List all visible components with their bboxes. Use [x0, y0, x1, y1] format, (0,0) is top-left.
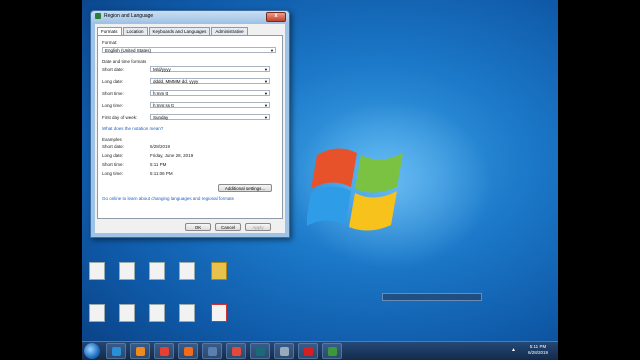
taskbar: ▲ 5:11 PM 6/28/2019 — [82, 341, 558, 360]
taskbar-globe-button[interactable] — [322, 343, 342, 359]
long-time-value: h:mm:ss tt — [153, 103, 174, 108]
tray-expand-icon[interactable]: ▲ — [511, 347, 516, 353]
example-long-time-value: 5:11:06 PM — [150, 171, 173, 176]
desktop-icon[interactable] — [84, 262, 110, 281]
short-date-select[interactable]: M/d/yyyy ▼ — [150, 66, 270, 72]
example-short-time-label: Short time: — [102, 162, 124, 167]
record-icon — [304, 347, 313, 356]
tab-location[interactable]: Location — [122, 27, 148, 35]
taskbar-record-button[interactable] — [298, 343, 318, 359]
chrome-icon — [160, 347, 169, 356]
clock[interactable]: 5:11 PM 6/28/2019 — [528, 344, 548, 356]
document-icon — [119, 262, 135, 280]
document-icon — [211, 304, 227, 322]
chevron-down-icon: ▼ — [264, 91, 268, 96]
document-icon — [179, 304, 195, 322]
close-button[interactable]: x — [266, 12, 286, 22]
start-button[interactable] — [84, 343, 100, 359]
tab-administrative[interactable]: Administrative — [211, 27, 248, 35]
document-icon — [89, 262, 105, 280]
online-help-link[interactable]: Go online to learn about changing langua… — [102, 196, 234, 201]
taskbar-gem-button[interactable] — [226, 343, 246, 359]
format-value: English (United States) — [105, 48, 152, 53]
long-date-value: dddd, MMMM dd, yyyy — [153, 79, 199, 84]
format-select[interactable]: English (United States) ▼ — [102, 47, 276, 53]
desktop-icon[interactable] — [144, 262, 170, 281]
first-day-value: Sunday — [153, 115, 169, 120]
window-title: Region and Language — [104, 13, 154, 19]
firefox-icon — [184, 347, 193, 356]
chevron-down-icon: ▼ — [270, 48, 274, 53]
document-icon — [149, 262, 165, 280]
format-label: Format: — [102, 40, 118, 45]
region-icon — [95, 13, 101, 19]
ok-button[interactable]: OK — [185, 223, 211, 231]
short-time-label: Short time: — [102, 91, 124, 96]
taskbar-media-player-button[interactable] — [130, 343, 150, 359]
taskbar-firefox-button[interactable] — [178, 343, 198, 359]
chevron-down-icon: ▼ — [264, 115, 268, 120]
document-icon — [119, 304, 135, 322]
chevron-down-icon: ▼ — [264, 79, 268, 84]
media-player-icon — [136, 347, 145, 356]
formats-panel: Format: English (United States) ▼ Date a… — [97, 35, 283, 219]
ie-icon — [112, 347, 121, 356]
desktop-icon[interactable] — [174, 304, 200, 323]
taskbar-app-button[interactable] — [202, 343, 222, 359]
chevron-down-icon: ▼ — [264, 67, 268, 72]
example-short-date-label: Short date: — [102, 144, 125, 149]
document-icon — [149, 304, 165, 322]
example-long-date-value: Friday, June 28, 2019 — [150, 153, 194, 158]
tab-keyboards-languages[interactable]: Keyboards and Languages — [148, 27, 211, 35]
terminal-icon — [256, 347, 265, 356]
dialog-body: Formats Location Keyboards and Languages… — [95, 24, 285, 233]
app-icon — [208, 347, 217, 356]
apply-button[interactable]: Apply — [245, 223, 271, 231]
taskbar-chrome-button[interactable] — [154, 343, 174, 359]
document-icon — [89, 304, 105, 322]
first-day-select[interactable]: Sunday ▼ — [150, 114, 270, 120]
desktop-icon[interactable] — [84, 304, 110, 323]
window-icon — [280, 347, 289, 356]
desktop: Region and Language x Formats Location K… — [82, 0, 558, 360]
globe-icon — [328, 347, 337, 356]
desktop-icon[interactable] — [206, 304, 232, 323]
desktop-gadget[interactable] — [382, 293, 482, 301]
long-date-select[interactable]: dddd, MMMM dd, yyyy ▼ — [150, 78, 270, 84]
taskbar-terminal-button[interactable] — [250, 343, 270, 359]
desktop-icon[interactable] — [174, 262, 200, 281]
desktop-icon[interactable] — [144, 304, 170, 323]
example-long-date-label: Long date: — [102, 153, 124, 158]
cancel-button[interactable]: Cancel — [215, 223, 241, 231]
long-date-label: Long date: — [102, 79, 124, 84]
short-date-value: M/d/yyyy — [153, 67, 171, 72]
folder-icon — [211, 262, 227, 280]
clock-date: 6/28/2019 — [527, 350, 548, 355]
long-time-select[interactable]: h:mm:ss tt ▼ — [150, 102, 270, 108]
titlebar[interactable]: Region and Language x — [91, 11, 289, 22]
gem-icon — [232, 347, 241, 356]
first-day-label: First day of week: — [102, 115, 138, 120]
example-short-time-value: 5:11 PM — [150, 162, 167, 167]
examples-heading: Examples — [102, 137, 122, 142]
chevron-down-icon: ▼ — [264, 103, 268, 108]
long-time-label: Long time: — [102, 103, 124, 108]
example-short-date-value: 6/28/2019 — [150, 144, 171, 149]
document-icon — [179, 262, 195, 280]
short-time-value: h:mm tt — [153, 91, 169, 96]
desktop-icon[interactable] — [206, 262, 232, 281]
notation-link[interactable]: What does the notation mean? — [102, 126, 163, 131]
desktop-icon[interactable] — [114, 262, 140, 281]
additional-settings-button[interactable]: Additional settings... — [218, 184, 272, 192]
taskbar-window-button[interactable] — [274, 343, 294, 359]
short-time-select[interactable]: h:mm tt ▼ — [150, 90, 270, 96]
windows-logo — [307, 148, 403, 231]
tab-strip: Formats Location Keyboards and Languages… — [97, 27, 249, 36]
short-date-label: Short date: — [102, 67, 125, 72]
example-long-time-label: Long time: — [102, 171, 124, 176]
desktop-icon[interactable] — [114, 304, 140, 323]
date-time-heading: Date and time formats — [102, 59, 147, 64]
region-language-dialog: Region and Language x Formats Location K… — [90, 10, 290, 238]
taskbar-ie-button[interactable] — [106, 343, 126, 359]
